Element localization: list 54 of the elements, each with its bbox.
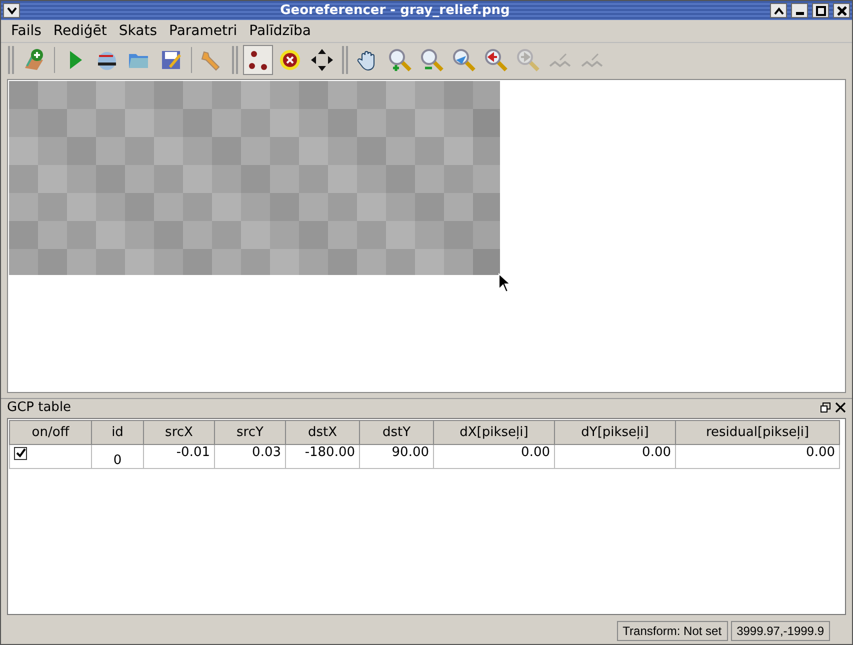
maximize-button[interactable] bbox=[812, 3, 829, 18]
status-field: Transform: Not set bbox=[616, 620, 728, 640]
table-cell: 0.00 bbox=[434, 444, 554, 468]
table-cell: 0 bbox=[92, 444, 144, 468]
close-icon bbox=[836, 6, 846, 16]
menu-item[interactable]: Fails bbox=[5, 22, 48, 40]
save-icon bbox=[159, 48, 183, 72]
toolbar-button[interactable] bbox=[243, 45, 273, 75]
table-cell: -180.00 bbox=[286, 444, 360, 468]
chevron-down-icon bbox=[6, 6, 16, 14]
shade-button[interactable] bbox=[770, 3, 787, 18]
column-header[interactable]: dY[pikseļi] bbox=[554, 420, 676, 444]
menu-item[interactable]: Rediģēt bbox=[47, 22, 113, 40]
close-button[interactable] bbox=[833, 3, 850, 18]
column-header[interactable]: residual[pikseļi] bbox=[676, 420, 840, 444]
column-header[interactable]: srcY bbox=[214, 420, 286, 444]
table-cell: -0.01 bbox=[144, 444, 214, 468]
checkbox[interactable] bbox=[14, 447, 27, 460]
maximize-icon bbox=[816, 6, 826, 16]
move-icon bbox=[310, 48, 334, 72]
column-header[interactable]: on/off bbox=[10, 420, 92, 444]
table-cell: 0.00 bbox=[554, 444, 676, 468]
zoom-in-icon bbox=[388, 48, 412, 72]
table-cell: 0.00 bbox=[676, 444, 840, 468]
column-header[interactable]: dX[pikseļi] bbox=[434, 420, 554, 444]
zoom-last-icon bbox=[484, 48, 508, 72]
check-icon bbox=[15, 448, 26, 459]
table-cell: 0.03 bbox=[214, 444, 286, 468]
table-cell: 90.00 bbox=[360, 444, 434, 468]
add-raster-icon bbox=[22, 48, 46, 72]
zoom-out-icon bbox=[420, 48, 444, 72]
zoom-layer-icon bbox=[452, 48, 476, 72]
toolbar-grip[interactable] bbox=[8, 46, 14, 74]
dock-title: GCP table bbox=[7, 400, 72, 415]
close-icon[interactable] bbox=[835, 402, 846, 413]
menu-item[interactable]: Palīdzība bbox=[243, 22, 317, 40]
minimize-button[interactable] bbox=[791, 3, 808, 18]
toolbar-grip[interactable] bbox=[342, 46, 348, 74]
column-header[interactable]: id bbox=[92, 420, 144, 444]
menu-item[interactable]: Skats bbox=[112, 22, 164, 40]
window-menu-button[interactable] bbox=[3, 3, 20, 18]
column-header[interactable]: srcX bbox=[144, 420, 214, 444]
column-header[interactable]: dstX bbox=[286, 420, 360, 444]
column-header[interactable]: dstY bbox=[360, 420, 434, 444]
toolbar-grip[interactable] bbox=[232, 46, 238, 74]
float-icon[interactable] bbox=[820, 402, 831, 413]
delete-point-icon bbox=[278, 48, 302, 72]
zoom-next-icon bbox=[516, 48, 540, 72]
menu-item[interactable]: Parametri bbox=[163, 22, 244, 40]
cursor-icon bbox=[498, 273, 512, 293]
status-field: 3999.97,-1999.9 bbox=[730, 620, 830, 640]
window-title: Georeferencer - gray_relief.png bbox=[279, 3, 511, 18]
add-point-icon bbox=[246, 48, 270, 72]
chevron-up-icon bbox=[774, 6, 784, 14]
